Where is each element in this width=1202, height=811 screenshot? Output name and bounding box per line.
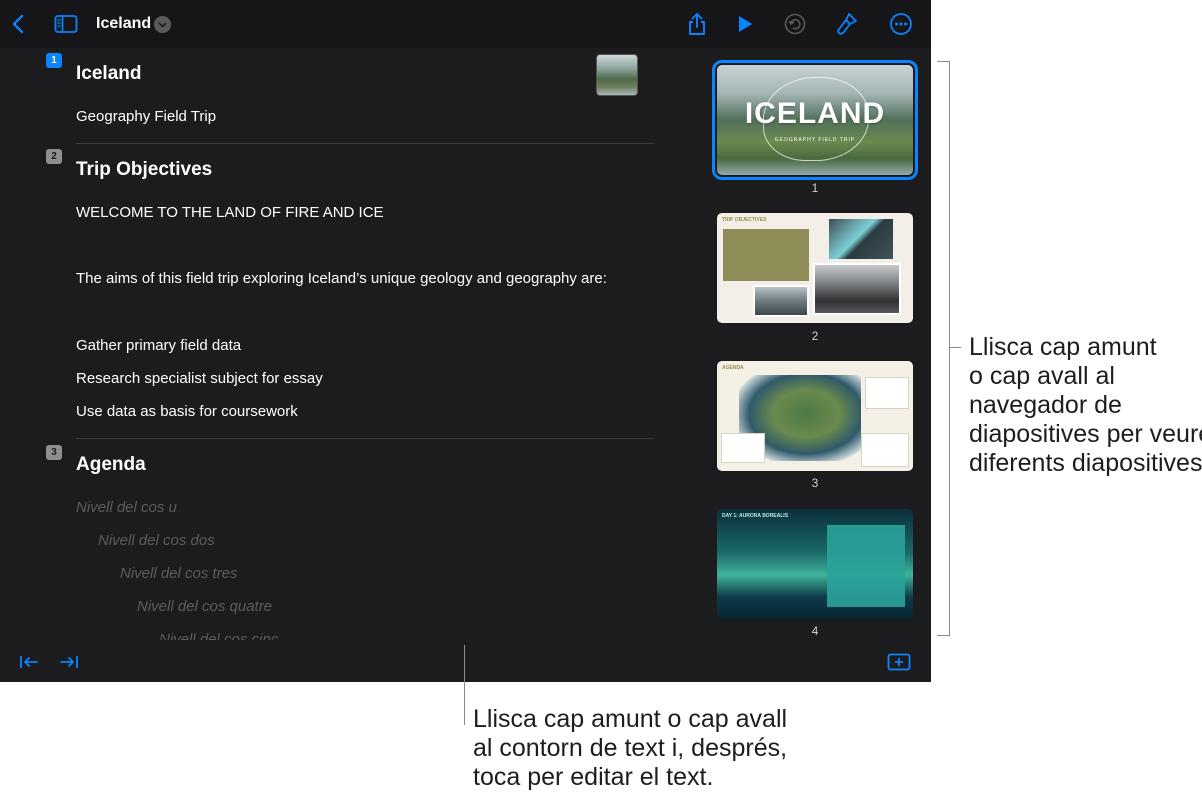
thumbnail-heading: TRIP OBJECTIVES (722, 217, 767, 223)
thumbnail-card (721, 433, 765, 463)
callout-line: diapositives per veure (969, 420, 1202, 448)
paintbrush-icon[interactable] (833, 10, 861, 38)
thumbnail-heading: ICELAND (744, 97, 886, 130)
sidebar-icon[interactable] (52, 10, 80, 38)
slide-thumbnail-number: 1 (811, 181, 819, 195)
slide-thumbnail-number: 4 (811, 624, 819, 638)
outline-body-line[interactable]: Use data as basis for coursework (76, 403, 298, 420)
outline-callout-leader (464, 645, 465, 725)
keynote-app-window: Iceland 1 Iceland Geography Field Trip 2… (0, 0, 931, 682)
body-placeholder-level-2[interactable]: Nivell del cos dos (98, 532, 215, 549)
ellipsis-icon[interactable] (887, 10, 915, 38)
thumbnail-heading: DAY 1: AURORA BOREALIS (722, 513, 789, 519)
thumbnail-photo (753, 285, 809, 317)
text-outline[interactable]: 1 Iceland Geography Field Trip 2 Trip Ob… (0, 48, 690, 640)
thumbnail-photo (829, 219, 893, 259)
thumbnail-card (865, 377, 909, 409)
callout-line: Llisca cap amunt (969, 333, 1157, 361)
callout-line: toca per editar el text. (473, 763, 714, 791)
outline-body-line[interactable]: The aims of this field trip exploring Ic… (76, 270, 607, 287)
slide-number-badge[interactable]: 2 (46, 149, 62, 164)
slide-image-thumbnail[interactable] (596, 54, 638, 96)
outline-body-line[interactable]: WELCOME TO THE LAND OF FIRE AND ICE (76, 204, 384, 221)
thumbnail-text-panel (723, 229, 809, 281)
outline-callout-text: Llisca cap amunt o cap avall al contorn … (473, 705, 787, 792)
slide-thumbnail-number: 3 (811, 476, 819, 490)
body-placeholder-level-3[interactable]: Nivell del cos tres (120, 565, 238, 582)
outline-slide-title[interactable]: Agenda (76, 454, 146, 476)
outline-body-line[interactable]: Research specialist subject for essay (76, 370, 323, 387)
navigator-callout-bracket (937, 61, 950, 636)
navigator-callout-leader (949, 347, 961, 348)
slide-number-badge[interactable]: 1 (46, 53, 62, 68)
undo-icon[interactable] (781, 10, 809, 38)
slide-divider (76, 143, 654, 144)
outdent-icon[interactable] (18, 651, 40, 673)
thumbnail-card (861, 433, 909, 467)
add-slide-icon[interactable] (887, 651, 911, 673)
outline-slide-title[interactable]: Trip Objectives (76, 159, 212, 181)
chevron-left-icon[interactable] (4, 10, 32, 38)
slide-navigator[interactable]: ICELAND GEOGRAPHY FIELD TRIP 1 TRIP OBJE… (700, 48, 931, 640)
share-icon[interactable] (683, 10, 711, 38)
slide-thumbnail-4[interactable]: DAY 1: AURORA BOREALIS (717, 509, 913, 619)
slide-thumbnail-3[interactable]: AGENDA (717, 361, 913, 471)
slide-divider (76, 438, 654, 439)
thumbnail-heading: AGENDA (722, 365, 744, 371)
play-icon[interactable] (731, 10, 759, 38)
callout-line: navegador de (969, 391, 1122, 419)
document-title[interactable]: Iceland (96, 15, 151, 33)
callout-line: o cap avall al (969, 362, 1115, 390)
slide-thumbnail-1[interactable]: ICELAND GEOGRAPHY FIELD TRIP (712, 60, 918, 180)
thumbnail-text-panel (827, 525, 905, 607)
outline-body-line[interactable]: Geography Field Trip (76, 108, 216, 125)
body-placeholder-level-1[interactable]: Nivell del cos u (76, 499, 177, 516)
indent-icon[interactable] (58, 651, 80, 673)
thumbnail-subheading: GEOGRAPHY FIELD TRIP (774, 137, 856, 143)
thumbnail-photo (813, 263, 901, 315)
callout-line: al contorn de text i, després, (473, 734, 788, 762)
chevron-down-icon[interactable] (154, 16, 171, 33)
callout-line: diferents diapositives. (969, 449, 1202, 477)
slide-thumbnail-number: 2 (811, 329, 819, 343)
callout-line: Llisca cap amunt o cap avall (473, 705, 788, 733)
bottom-toolbar (0, 640, 931, 682)
toolbar: Iceland (0, 0, 931, 48)
body-placeholder-level-5[interactable]: Nivell del cos cinc (159, 631, 278, 640)
slide-number-badge[interactable]: 3 (46, 445, 62, 460)
body-placeholder-level-4[interactable]: Nivell del cos quatre (137, 598, 272, 615)
slide-thumbnail-2[interactable]: TRIP OBJECTIVES (717, 213, 913, 323)
outline-body-line[interactable]: Gather primary field data (76, 337, 241, 354)
outline-slide-title[interactable]: Iceland (76, 63, 141, 85)
navigator-callout-text: Llisca cap amunt o cap avall al navegado… (969, 333, 1202, 478)
